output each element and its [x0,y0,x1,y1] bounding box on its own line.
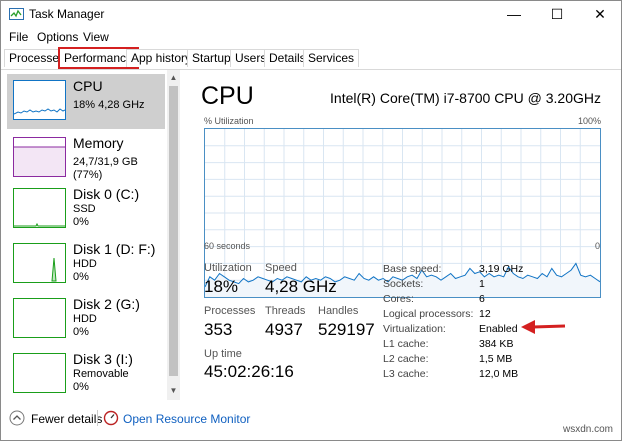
sidebar-item-name: Disk 2 (G:) [73,296,140,312]
title-bar: Task Manager — ☐ ✕ [1,1,621,28]
sidebar-item-type: SSD [73,203,96,215]
sidebar-item-name: Disk 1 (D: F:) [73,241,156,257]
fewer-details-link[interactable]: Fewer details [31,412,102,426]
fewer-details-chevron-up-icon[interactable] [9,410,25,426]
l3-cache-value: 12,0 MB [479,368,519,380]
minimize-button[interactable]: — [493,1,535,28]
sidebar-item-detail: 24,7/31,9 GB (77%) [73,156,138,181]
cpu-detail-panel: CPU Intel(R) Core(TM) i7-8700 CPU @ 3.20… [191,70,621,400]
scrollbar-thumb[interactable] [169,86,178,376]
menu-file[interactable]: File [9,30,28,44]
cpu-thumbnail-graph [13,80,66,120]
utilization-label: Utilization [204,262,252,274]
disk3-thumbnail-graph [13,353,66,393]
watermark-text: wsxdn.com [563,424,614,435]
sidebar-item-usage: 0% [73,271,89,283]
sidebar-scrollbar[interactable]: ▲ ▼ [167,70,180,400]
sidebar-item-name: Disk 0 (C:) [73,186,140,202]
sidebar-item-type: Removable [73,368,129,380]
task-manager-icon [9,8,24,20]
task-manager-window: Task Manager — ☐ ✕ File Options View Pro… [0,0,622,441]
page-title: CPU [201,82,254,110]
threads-label: Threads [265,305,306,317]
graph-x-min-label: 0 [595,241,601,251]
sidebar-item-name: Disk 3 (I:) [73,351,133,367]
uptime-label: Up time [204,348,242,360]
sidebar-item-name: Memory [73,135,124,151]
disk0-thumbnail-sparkline [14,222,65,227]
tab-startup[interactable]: Startup [187,49,236,67]
uptime-value: 45:02:26:16 [204,362,294,381]
sidebar-item-name: CPU [73,78,103,94]
handles-value: 529197 [318,320,375,339]
disk1-thumbnail-sparkline [51,257,57,282]
l2-cache-label: L2 cache: [383,353,429,365]
utilization-value: 18% [204,277,239,296]
sockets-label: Sockets: [383,278,424,290]
cores-value: 6 [479,293,485,305]
open-resource-monitor-link[interactable]: Open Resource Monitor [123,412,250,426]
menu-bar: File Options View [1,28,621,47]
processes-label: Processes [204,305,256,317]
memory-thumbnail-fill [14,146,65,176]
handles-label: Handles [318,305,359,317]
disk0-thumbnail-graph [13,188,66,228]
speed-label: Speed [265,262,297,274]
l1-cache-label: L1 cache: [383,338,429,350]
menu-options[interactable]: Options [37,30,78,44]
sidebar-item-disk-0[interactable]: Disk 0 (C:) SSD 0% [7,182,165,237]
sidebar-item-usage: 0% [73,326,89,338]
logical-processors-value: 12 [479,308,491,320]
sidebar-item-detail: 18% 4,28 GHz [73,99,145,111]
resource-monitor-icon[interactable] [103,410,119,426]
cores-label: Cores: [383,293,414,305]
sidebar-item-usage: 0% [73,216,89,228]
l3-cache-label: L3 cache: [383,368,429,380]
sidebar-item-disk-3[interactable]: Disk 3 (I:) Removable 0% [7,347,165,400]
memory-thumbnail-graph [13,137,66,177]
l1-cache-value: 384 KB [479,338,514,350]
speed-value: 4,28 GHz [265,277,337,296]
sidebar-item-cpu[interactable]: CPU 18% 4,28 GHz [7,74,165,129]
base-speed-label: Base speed: [383,263,442,275]
menu-view[interactable]: View [83,30,109,44]
tab-app-history[interactable]: App history [126,49,197,67]
graph-y-max-label: 100% [578,116,602,126]
disk2-thumbnail-graph [13,298,66,338]
tab-bar: Processes Performance App history Startu… [1,47,621,70]
virtualization-label: Virtualization: [383,323,446,335]
disk1-thumbnail-graph [13,243,66,283]
sidebar-item-type: HDD [73,313,97,325]
base-speed-value: 3,19 GHz [479,263,524,275]
virtualization-value: Enabled [479,323,518,335]
graph-y-label: % Utilization [204,116,254,126]
graph-x-label: 60 seconds [204,241,251,251]
sidebar-item-disk-1[interactable]: Disk 1 (D: F:) HDD 0% [7,237,165,292]
sidebar-item-memory[interactable]: Memory 24,7/31,9 GB (77%) [7,131,165,186]
cpu-model-name: Intel(R) Core(TM) i7-8700 CPU @ 3.20GHz [330,90,601,106]
sidebar-item-type: HDD [73,258,97,270]
resource-sidebar: CPU 18% 4,28 GHz Memory 24,7/31,9 GB (77… [1,70,181,400]
cpu-thumbnail-sparkline [13,108,66,115]
maximize-button[interactable]: ☐ [536,1,578,28]
footer-bar: Fewer details Open Resource Monitor wsxd… [1,404,621,440]
logical-processors-label: Logical processors: [383,308,474,320]
annotation-arrow-icon [521,320,566,334]
scroll-down-arrow-icon[interactable]: ▼ [169,386,178,395]
sockets-value: 1 [479,278,485,290]
tab-services[interactable]: Services [303,49,360,67]
scroll-up-arrow-icon[interactable]: ▲ [169,73,178,82]
footer-divider [97,410,98,426]
sidebar-item-disk-2[interactable]: Disk 2 (G:) HDD 0% [7,292,165,347]
window-title: Task Manager [29,7,105,21]
sidebar-item-usage: 0% [73,381,89,393]
processes-value: 353 [204,320,233,339]
l2-cache-value: 1,5 MB [479,353,513,365]
close-button[interactable]: ✕ [579,1,621,28]
threads-value: 4937 [265,320,303,339]
